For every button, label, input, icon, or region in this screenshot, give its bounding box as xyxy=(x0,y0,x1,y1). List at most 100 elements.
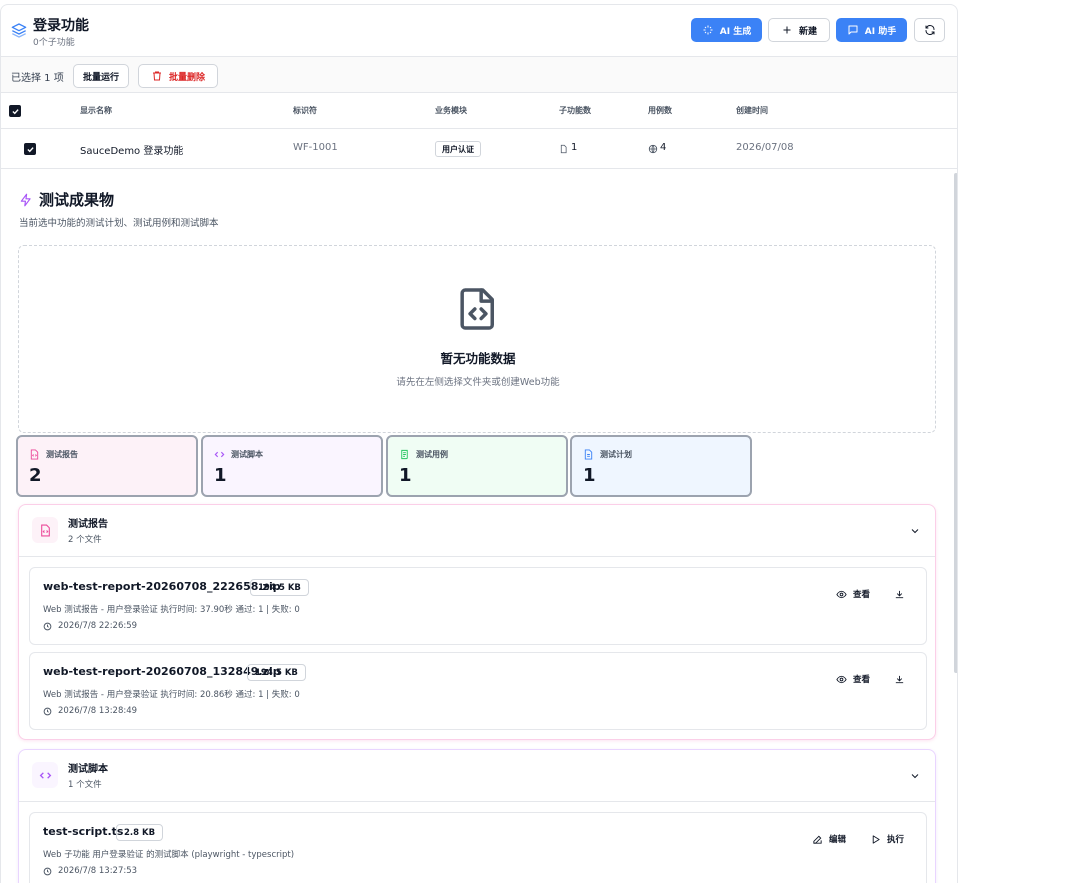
row-name: SauceDemo 登录功能 xyxy=(80,146,184,157)
message-icon xyxy=(848,25,858,35)
eye-icon xyxy=(836,675,847,683)
file-time: 2026/7/8 13:28:49 xyxy=(58,706,138,716)
main-panel: 登录功能 0个子功能 AI 生成 新建 AI 助手 已选择 1 项 批量运行 批… xyxy=(0,4,958,883)
file-time: 2026/7/8 13:27:53 xyxy=(58,866,138,876)
group-title: 测试脚本 xyxy=(68,764,108,775)
selection-toolbar: 已选择 1 项 批量运行 批量删除 xyxy=(1,57,957,93)
file-size-badge: 2.8 KB xyxy=(116,824,164,841)
chevron-down-icon[interactable] xyxy=(909,525,921,537)
report-icon xyxy=(30,449,39,460)
scrollbar[interactable] xyxy=(954,173,957,673)
stat-label: 测试计划 xyxy=(600,450,632,459)
empty-title: 暂无功能数据 xyxy=(440,351,516,366)
ai-generate-button[interactable]: AI 生成 xyxy=(691,18,762,42)
check-icon xyxy=(11,108,19,114)
row-case-count: 4 xyxy=(660,142,667,153)
code-icon xyxy=(39,771,51,779)
trash-icon xyxy=(152,71,161,81)
file-name: test-script.ts xyxy=(43,825,124,838)
col-identifier[interactable]: 标识符 xyxy=(293,105,317,116)
plus-icon xyxy=(783,26,791,34)
clock-icon xyxy=(43,622,52,631)
col-case-count[interactable]: 用例数 xyxy=(648,105,672,116)
view-button[interactable]: 查看 xyxy=(836,586,870,602)
new-button[interactable]: 新建 xyxy=(768,18,830,42)
file-time: 2026/7/8 22:26:59 xyxy=(58,621,138,631)
stat-card-reports[interactable]: 测试报告 2 xyxy=(16,435,198,497)
code-icon xyxy=(214,451,225,458)
play-icon xyxy=(872,834,880,844)
refresh-icon xyxy=(925,25,934,35)
stat-label: 测试用例 xyxy=(416,450,448,459)
file-card: test-script.ts 2.8 KB Web 子功能 用户登录验证 的测试… xyxy=(29,812,927,883)
group-count: 2 个文件 xyxy=(68,535,102,545)
scripts-group-header[interactable]: 测试脚本 1 个文件 xyxy=(19,750,935,802)
scripts-group: 测试脚本 1 个文件 test-script.ts 2.8 KB Web 子功能… xyxy=(18,749,936,883)
file-card: web-test-report-20260708_132849.zip 194.… xyxy=(29,652,927,730)
module-tag: 用户认证 xyxy=(435,141,481,157)
file-name: web-test-report-20260708_132849.zip xyxy=(43,665,281,678)
stat-value: 1 xyxy=(214,465,227,486)
edit-button[interactable]: 编辑 xyxy=(812,831,846,847)
view-button[interactable]: 查看 xyxy=(836,671,870,687)
col-created[interactable]: 创建时间 xyxy=(736,105,768,116)
table-row[interactable]: SauceDemo 登录功能 WF-1001 用户认证 1 4 2026/07/… xyxy=(1,129,957,169)
file-description: Web 测试报告 - 用户登录验证 执行时间: 37.90秒 通过: 1 | 失… xyxy=(43,605,300,615)
reports-icon-box xyxy=(32,517,58,543)
clock-icon xyxy=(43,707,52,716)
edit-icon xyxy=(813,835,822,844)
reports-group: 测试报告 2 个文件 web-test-report-20260708_2226… xyxy=(18,504,936,740)
file-description: Web 测试报告 - 用户登录验证 执行时间: 20.86秒 通过: 1 | 失… xyxy=(43,690,300,700)
download-icon xyxy=(895,675,904,683)
ai-assistant-button[interactable]: AI 助手 xyxy=(836,18,907,42)
stat-label: 测试报告 xyxy=(46,450,78,459)
sparkles-icon xyxy=(703,25,713,35)
file-size-badge: 194.5 KB xyxy=(247,664,306,681)
empty-subtitle: 请先在左侧选择文件夹或创建Web功能 xyxy=(396,377,560,388)
page-subtitle: 0个子功能 xyxy=(33,38,75,48)
table-header: 显示名称 标识符 业务模块 子功能数 用例数 创建时间 xyxy=(1,93,957,129)
scripts-icon-box xyxy=(32,762,58,788)
stat-card-scripts[interactable]: 测试脚本 1 xyxy=(201,435,383,497)
file-card: web-test-report-20260708_222658.zip 194.… xyxy=(29,567,927,645)
col-sub-count[interactable]: 子功能数 xyxy=(559,105,591,116)
zap-icon xyxy=(20,193,31,207)
row-created: 2026/07/08 xyxy=(736,142,794,153)
group-title: 测试报告 xyxy=(68,519,108,530)
batch-delete-button[interactable]: 批量删除 xyxy=(138,64,218,88)
refresh-button[interactable] xyxy=(914,18,945,42)
file-icon xyxy=(560,144,567,154)
eye-icon xyxy=(836,590,847,598)
stat-card-cases[interactable]: 测试用例 1 xyxy=(386,435,568,497)
col-display-name[interactable]: 显示名称 xyxy=(80,105,112,116)
run-button[interactable]: 执行 xyxy=(870,831,904,847)
selection-count: 已选择 1 项 xyxy=(11,73,64,84)
check-icon xyxy=(26,146,34,152)
download-button[interactable] xyxy=(894,586,905,602)
stat-label: 测试脚本 xyxy=(231,450,263,459)
artifacts-subtitle: 当前选中功能的测试计划、测试用例和测试脚本 xyxy=(19,218,219,229)
select-all-checkbox[interactable] xyxy=(9,105,21,117)
artifacts-title: 测试成果物 xyxy=(39,191,115,209)
layers-icon xyxy=(11,23,27,38)
download-icon xyxy=(895,590,904,598)
document-icon xyxy=(584,449,593,460)
clock-icon xyxy=(43,867,52,876)
globe-icon xyxy=(648,144,658,154)
chevron-down-icon[interactable] xyxy=(909,770,921,782)
stat-card-plans[interactable]: 测试计划 1 xyxy=(570,435,752,497)
page-header: 登录功能 0个子功能 AI 生成 新建 AI 助手 xyxy=(1,5,957,57)
empty-state: 暂无功能数据 请先在左侧选择文件夹或创建Web功能 xyxy=(18,245,936,433)
row-identifier: WF-1001 xyxy=(293,142,338,153)
col-module[interactable]: 业务模块 xyxy=(435,105,467,116)
reports-group-header[interactable]: 测试报告 2 个文件 xyxy=(19,505,935,557)
scroll-icon xyxy=(401,449,408,460)
batch-run-button[interactable]: 批量运行 xyxy=(73,64,129,88)
row-checkbox[interactable] xyxy=(24,143,36,155)
row-sub-count: 1 xyxy=(571,142,578,153)
file-description: Web 子功能 用户登录验证 的测试脚本 (playwright - types… xyxy=(43,850,295,860)
file-code-icon xyxy=(460,288,494,330)
file-name: web-test-report-20260708_222658.zip xyxy=(43,580,281,593)
download-button[interactable] xyxy=(894,671,905,687)
stat-value: 1 xyxy=(399,465,412,486)
